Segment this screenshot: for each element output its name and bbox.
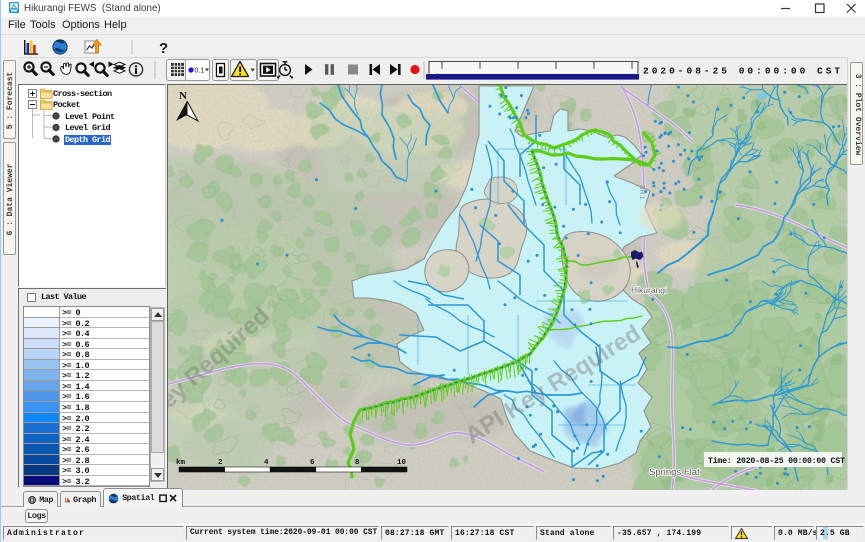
svg-text:2020-08-25 00:00:00 CST: 2020-08-25 00:00:00 CST: [643, 66, 843, 77]
svg-text:0.1: 0.1: [195, 68, 205, 75]
svg-text:4: 4: [264, 459, 269, 467]
svg-text:?: ?: [159, 40, 168, 57]
svg-text:8: 8: [355, 459, 360, 467]
svg-text:10: 10: [397, 459, 407, 467]
svg-text:km: km: [176, 459, 186, 467]
svg-text:6: 6: [310, 459, 315, 467]
svg-text:2: 2: [218, 459, 223, 467]
svg-text:Hikurangi: Hikurangi: [631, 285, 667, 295]
svg-text:Springs Flat: Springs Flat: [649, 467, 700, 478]
svg-text:N: N: [179, 90, 187, 102]
svg-text:Time: 2020-08-25 00:00:00 CST: Time: 2020-08-25 00:00:00 CST: [708, 456, 845, 466]
svg-text:SH 1: SH 1: [638, 185, 645, 200]
